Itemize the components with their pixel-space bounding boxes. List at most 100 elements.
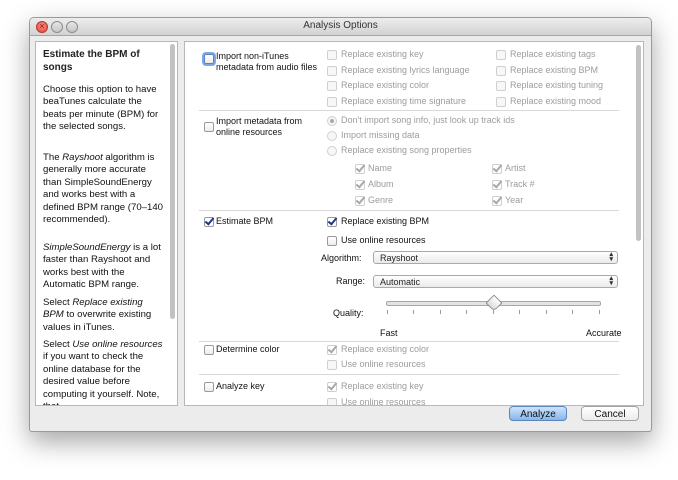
options-panel: Import non-iTunes metadata from audio fi… (184, 41, 644, 406)
slider-tick (599, 310, 600, 314)
prop-track-label: Track # (505, 179, 535, 189)
help-paragraph-3: SimpleSoundEnergy is a lot faster than R… (43, 242, 163, 292)
prop-genre-label: Genre (368, 195, 394, 205)
prop-track-checkbox[interactable] (492, 180, 502, 190)
quality-min-label: Fast (380, 328, 398, 338)
cancel-button[interactable]: Cancel (581, 406, 639, 421)
slider-tick (440, 310, 441, 314)
title-bar: × Analysis Options (30, 18, 651, 36)
options-scrollbar[interactable] (636, 45, 641, 241)
quality-max-label: Accurate (586, 328, 622, 338)
help-text: Select (43, 297, 73, 308)
bpm-use-online-checkbox[interactable] (327, 236, 337, 246)
help-emphasis: SimpleSoundEnergy (43, 242, 131, 253)
analyze-button[interactable]: Analyze (509, 406, 567, 421)
algorithm-label: Algorithm: (321, 253, 362, 263)
prop-album-label: Album (368, 179, 394, 189)
radio-import-missing[interactable] (327, 131, 337, 141)
replace-tuning-checkbox[interactable] (496, 81, 506, 91)
prop-name-checkbox[interactable] (355, 164, 365, 174)
help-paragraph-1: Choose this option to have beaTunes calc… (43, 84, 159, 133)
replace-bpm-import-checkbox[interactable] (496, 66, 506, 76)
prop-album-checkbox[interactable] (355, 180, 365, 190)
help-emphasis: Use online resources (72, 339, 163, 350)
replace-key-checkbox[interactable] (327, 50, 337, 60)
replace-time-signature-label: Replace existing time signature (341, 96, 467, 106)
radio-replace-properties-label: Replace existing song properties (341, 145, 472, 155)
radio-replace-properties[interactable] (327, 146, 337, 156)
bpm-replace-existing-label: Replace existing BPM (341, 216, 430, 226)
updown-arrows-icon: ▴ ▾ (609, 251, 613, 263)
prop-name-label: Name (368, 163, 393, 173)
replace-tags-label: Replace existing tags (510, 49, 596, 59)
key-replace-existing-checkbox[interactable] (327, 382, 337, 392)
bpm-replace-existing-checkbox[interactable] (327, 217, 337, 227)
replace-tags-checkbox[interactable] (496, 50, 506, 60)
window-title: Analysis Options (303, 20, 378, 31)
help-paragraph-5: Select Use online resources if you want … (43, 339, 163, 405)
bpm-use-online-label: Use online resources (341, 235, 426, 245)
help-panel: Estimate the BPM of songs Choose this op… (35, 41, 178, 406)
replace-color-import-checkbox[interactable] (327, 81, 337, 91)
replace-tuning-label: Replace existing tuning (510, 80, 604, 90)
color-replace-existing-checkbox[interactable] (327, 345, 337, 355)
quality-label: Quality: (333, 308, 364, 318)
radio-no-import-label: Don't import song info, just look up tra… (341, 115, 515, 125)
help-paragraph-2: The Rayshoot algorithm is generally more… (43, 152, 163, 226)
prop-artist-checkbox[interactable] (492, 164, 502, 174)
slider-tick (546, 310, 547, 314)
radio-import-missing-label: Import missing data (341, 130, 420, 140)
prop-artist-label: Artist (505, 163, 526, 173)
help-text: if you want to check the online database… (43, 351, 160, 405)
section-divider (199, 110, 619, 111)
replace-lyrics-language-checkbox[interactable] (327, 66, 337, 76)
help-title: Estimate the BPM of songs (43, 49, 140, 73)
slider-tick (572, 310, 573, 314)
replace-time-signature-checkbox[interactable] (327, 97, 337, 107)
slider-tick (519, 310, 520, 314)
updown-arrows-icon: ▴ ▾ (609, 275, 613, 287)
prop-genre-checkbox[interactable] (355, 196, 365, 206)
analyze-key-checkbox[interactable] (204, 382, 214, 392)
slider-tick (493, 310, 494, 314)
key-replace-existing-label: Replace existing key (341, 381, 424, 391)
import-non-itunes-label: Import non-iTunes metadata from audio fi… (216, 51, 318, 72)
color-use-online-checkbox[interactable] (327, 360, 337, 370)
slider-thumb[interactable] (485, 294, 502, 312)
key-use-online-checkbox[interactable] (327, 398, 337, 405)
determine-color-checkbox[interactable] (204, 345, 214, 355)
prop-year-checkbox[interactable] (492, 196, 502, 206)
replace-color-import-label: Replace existing color (341, 80, 430, 90)
section-divider (199, 374, 619, 375)
import-non-itunes-checkbox[interactable] (204, 54, 214, 64)
quality-slider[interactable] (386, 294, 603, 327)
slider-tick (387, 310, 388, 314)
algorithm-value: Rayshoot (380, 253, 419, 263)
replace-bpm-import-label: Replace existing BPM (510, 65, 599, 75)
radio-no-import[interactable] (327, 116, 337, 126)
key-use-online-label: Use online resources (341, 397, 426, 406)
replace-mood-checkbox[interactable] (496, 97, 506, 107)
section-divider (199, 210, 619, 211)
replace-lyrics-language-label: Replace existing lyrics language (341, 65, 470, 75)
range-label: Range: (336, 276, 366, 286)
color-replace-existing-label: Replace existing color (341, 344, 430, 354)
estimate-bpm-label: Estimate BPM (216, 216, 274, 226)
algorithm-select[interactable]: Rayshoot ▴ ▾ (373, 251, 618, 264)
determine-color-label: Determine color (216, 344, 280, 354)
help-paragraph-4: Select Replace existing BPM to overwrite… (43, 297, 163, 334)
help-text: The (43, 152, 63, 163)
prop-year-label: Year (505, 195, 524, 205)
import-online-label: Import metadata from online resources (216, 116, 303, 137)
estimate-bpm-checkbox[interactable] (204, 217, 214, 227)
analysis-options-window: × Analysis Options Estimate the BPM of s… (29, 17, 652, 432)
slider-tick (413, 310, 414, 314)
analyze-key-label: Analyze key (216, 381, 265, 391)
range-select[interactable]: Automatic ▴ ▾ (373, 275, 618, 288)
color-use-online-label: Use online resources (341, 359, 426, 369)
help-text: Select (43, 339, 73, 350)
help-scrollbar[interactable] (170, 44, 175, 319)
replace-mood-label: Replace existing mood (510, 96, 602, 106)
section-divider (199, 341, 619, 342)
import-online-checkbox[interactable] (204, 122, 214, 132)
